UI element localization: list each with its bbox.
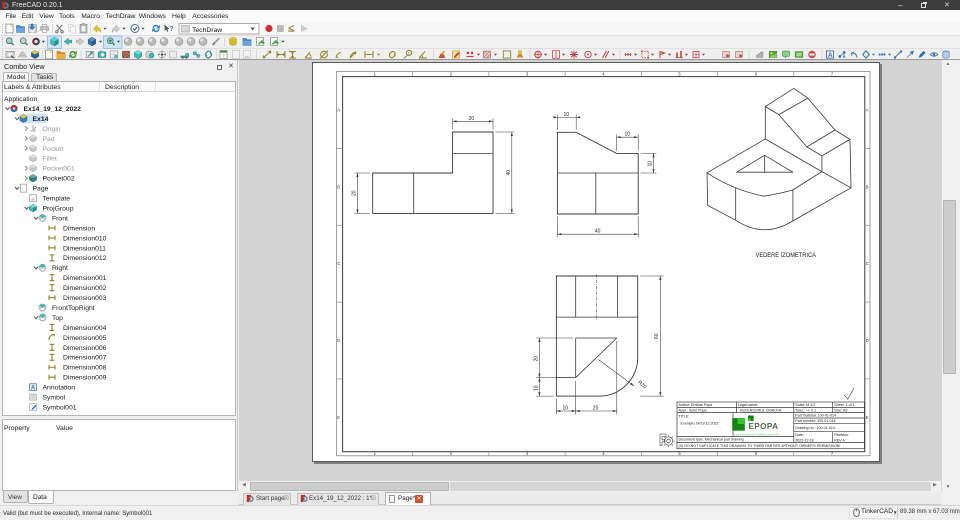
svg-text:Dimension008: Dimension008 bbox=[63, 365, 107, 372]
svg-text:Symbol: Symbol bbox=[43, 395, 66, 402]
svg-text:Dimension: Dimension bbox=[63, 225, 95, 232]
svg-text:Dimension005: Dimension005 bbox=[63, 335, 107, 342]
svg-text:2022-12-18: 2022-12-18 bbox=[795, 438, 813, 442]
svg-text:Application: Application bbox=[4, 96, 37, 103]
svg-text:Part number: 100-01-014: Part number: 100-01-014 bbox=[795, 419, 835, 423]
svg-text:60: 60 bbox=[654, 333, 660, 339]
svg-text:Size: A3: Size: A3 bbox=[834, 408, 847, 412]
svg-text:Author: Emilian Popa: Author: Emilian Popa bbox=[679, 403, 713, 407]
svg-text:Fillet: Fillet bbox=[43, 156, 57, 163]
svg-text:B: B bbox=[866, 184, 869, 189]
svg-text:VEDERE IZOMETRICA: VEDERE IZOMETRICA bbox=[756, 252, 817, 259]
svg-text:Scale: M 3:2: Scale: M 3:2 bbox=[795, 403, 815, 407]
svg-text:40: 40 bbox=[506, 170, 512, 176]
svg-text:ProjGroup: ProjGroup bbox=[43, 205, 74, 212]
svg-text:EPOPA: EPOPA bbox=[748, 422, 778, 431]
svg-text:B: B bbox=[337, 184, 340, 189]
svg-text:Exemplu 14/19.12.2022: Exemplu 14/19.12.2022 bbox=[681, 422, 719, 426]
svg-text:2: 2 bbox=[450, 72, 453, 77]
svg-text:Document type: Mechanical pa: Document type: Mechanical part drawing bbox=[679, 438, 744, 442]
svg-text:Pocket001: Pocket001 bbox=[43, 166, 75, 173]
svg-text:Dimension010: Dimension010 bbox=[63, 235, 107, 242]
svg-text:A: A bbox=[828, 52, 833, 59]
svg-text:Dimension006: Dimension006 bbox=[63, 345, 107, 352]
svg-text:Symbol001: Symbol001 bbox=[43, 404, 77, 411]
svg-text:Part material: 100-01-014: Part material: 100-01-014 bbox=[795, 414, 836, 418]
svg-text:D: D bbox=[866, 338, 869, 343]
svg-text:10: 10 bbox=[563, 406, 569, 412]
svg-text:Right: Right bbox=[52, 265, 68, 272]
svg-text:Sheet: 1 of 1: Sheet: 1 of 1 bbox=[834, 403, 854, 407]
svg-text:ASCENSORUL CRAIOVA: ASCENSORUL CRAIOVA bbox=[740, 408, 782, 412]
svg-text:Revision:: Revision: bbox=[834, 433, 849, 437]
svg-text:Drawing no.: 100-01-014: Drawing no.: 100-01-014 bbox=[795, 426, 835, 430]
svg-text:R20: R20 bbox=[637, 380, 648, 391]
svg-text:5: 5 bbox=[678, 72, 681, 77]
svg-text:Dimension003: Dimension003 bbox=[63, 295, 107, 302]
svg-text:Origin: Origin bbox=[43, 126, 61, 133]
svg-text:Dimension009: Dimension009 bbox=[63, 375, 107, 382]
svg-text:REV A: REV A bbox=[834, 438, 845, 442]
svg-text:Ex14: Ex14 bbox=[33, 116, 49, 123]
svg-text:Legal owner:: Legal owner: bbox=[738, 403, 759, 407]
svg-text:40: 40 bbox=[595, 229, 601, 235]
svg-text:Dimension004: Dimension004 bbox=[63, 325, 107, 332]
svg-text:20: 20 bbox=[469, 116, 475, 122]
svg-text:E: E bbox=[866, 415, 869, 420]
svg-text:A: A bbox=[337, 107, 340, 112]
svg-text:TITLE:: TITLE: bbox=[679, 415, 690, 419]
svg-text:Annotation: Annotation bbox=[43, 385, 76, 392]
svg-text:E: E bbox=[337, 415, 340, 420]
svg-text:C: C bbox=[337, 261, 340, 266]
svg-text:Page: Page bbox=[33, 186, 49, 193]
svg-text:(X) DO NOT DUPLICATE THIS DRAW: (X) DO NOT DUPLICATE THIS DRAWING TO THI… bbox=[679, 444, 841, 448]
svg-text:10: 10 bbox=[534, 385, 540, 391]
svg-text:Dimension011: Dimension011 bbox=[63, 245, 106, 252]
svg-text:10: 10 bbox=[648, 161, 654, 167]
svg-text:20: 20 bbox=[534, 356, 540, 362]
svg-text:Ex14_19_12_2022: Ex14_19_12_2022 bbox=[24, 106, 82, 113]
svg-text:Date:: Date: bbox=[795, 433, 804, 437]
svg-text:4: 4 bbox=[602, 72, 605, 77]
svg-text:3: 3 bbox=[526, 72, 529, 77]
svg-text:C: C bbox=[866, 261, 869, 266]
svg-text:FrontTopRight: FrontTopRight bbox=[52, 305, 95, 312]
svg-text:Pocket002: Pocket002 bbox=[43, 176, 75, 183]
svg-text:Front: Front bbox=[52, 215, 68, 222]
svg-text:Dimension002: Dimension002 bbox=[63, 285, 107, 292]
svg-text:7: 7 bbox=[831, 72, 834, 77]
svg-text:20: 20 bbox=[593, 406, 599, 412]
svg-text:A: A bbox=[31, 385, 36, 391]
svg-text:A: A bbox=[866, 107, 869, 112]
svg-text:Toler.: +/- 0.1: Toler.: +/- 0.1 bbox=[795, 408, 816, 412]
svg-text:6: 6 bbox=[755, 72, 758, 77]
svg-text:D: D bbox=[337, 338, 340, 343]
svg-text:1: 1 bbox=[374, 72, 377, 77]
svg-text:10: 10 bbox=[564, 112, 570, 118]
svg-text:Appr.: Sorin Popa: Appr.: Sorin Popa bbox=[679, 408, 707, 412]
svg-text:10: 10 bbox=[625, 132, 631, 138]
svg-text:Template: Template bbox=[43, 196, 71, 203]
svg-text:Dimension007: Dimension007 bbox=[63, 355, 107, 362]
svg-text:Pad: Pad bbox=[43, 136, 55, 143]
svg-text:Dimension012: Dimension012 bbox=[63, 255, 107, 262]
svg-text:Engineering and Drafting Servi: Engineering and Drafting Services bbox=[732, 432, 779, 436]
svg-text:Dimension001: Dimension001 bbox=[63, 275, 107, 282]
svg-text:Pocket: Pocket bbox=[43, 146, 64, 153]
svg-text:20: 20 bbox=[352, 190, 358, 196]
svg-text:Top: Top bbox=[52, 315, 63, 322]
